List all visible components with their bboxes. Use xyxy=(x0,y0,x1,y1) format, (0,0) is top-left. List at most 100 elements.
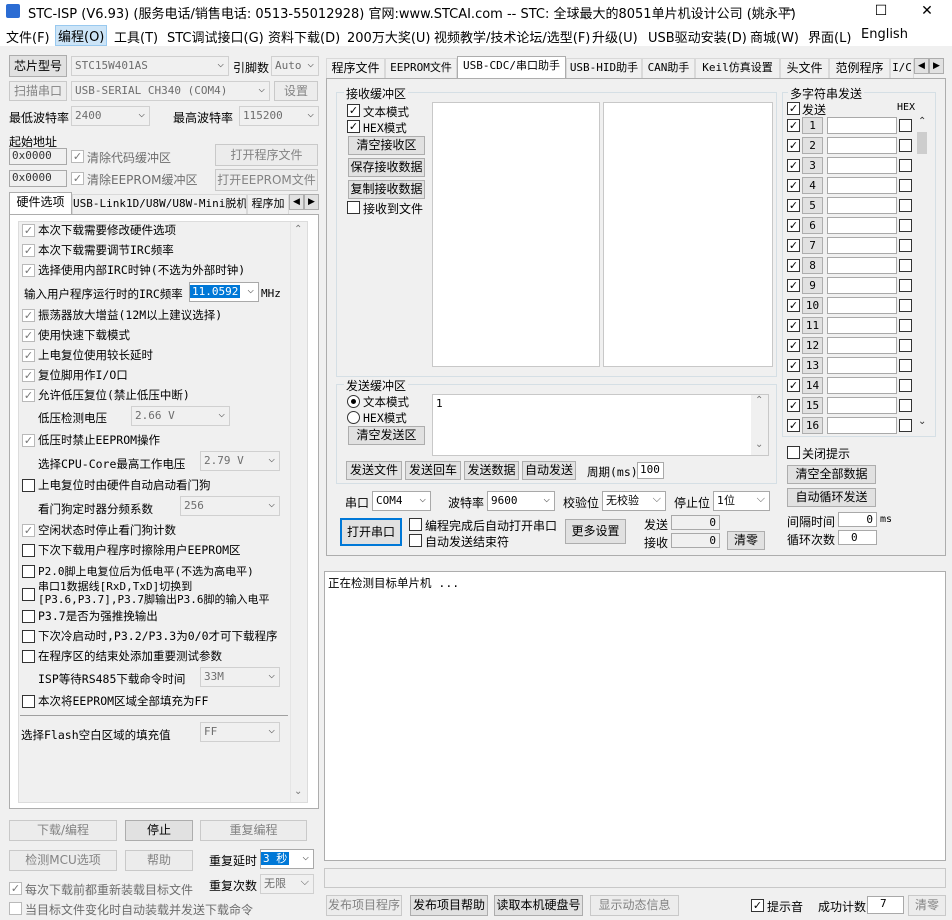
multi-send-checkbox[interactable] xyxy=(787,139,800,152)
multi-send-checkbox[interactable] xyxy=(787,399,800,412)
send-text-mode-radio[interactable] xyxy=(347,395,360,408)
beep-checkbox[interactable] xyxy=(751,899,764,912)
close-hint-checkbox[interactable] xyxy=(787,446,800,459)
recv-to-file-checkbox[interactable] xyxy=(347,201,360,214)
menu-debug[interactable]: STC调试接口(G) xyxy=(167,27,264,46)
chip-type-button[interactable]: 芯片型号 xyxy=(9,55,67,77)
hw-option-checkbox[interactable] xyxy=(22,264,35,277)
hw-option-checkbox[interactable] xyxy=(22,479,35,492)
baud-rate-select[interactable]: 9600 xyxy=(487,491,555,511)
multi-send-button[interactable]: 10 xyxy=(802,297,823,314)
multi-send-checkbox[interactable] xyxy=(787,179,800,192)
scroll-thumb[interactable] xyxy=(917,132,927,154)
multi-hex-checkbox[interactable] xyxy=(899,339,912,352)
tab-eeprom-file[interactable]: EEPROM文件 xyxy=(385,58,457,78)
stop-button[interactable]: 停止 xyxy=(125,820,193,841)
multi-hex-checkbox[interactable] xyxy=(899,179,912,192)
multi-send-button[interactable]: 9 xyxy=(802,277,823,294)
hw-option-checkbox[interactable] xyxy=(22,588,35,601)
menu-docs[interactable]: 资料下载(D) xyxy=(268,27,340,46)
multi-string-input[interactable] xyxy=(827,217,897,234)
multi-send-button[interactable]: 5 xyxy=(802,197,823,214)
scroll-down-icon[interactable]: ⌄ xyxy=(918,416,926,427)
multi-send-checkbox[interactable] xyxy=(787,339,800,352)
multi-hex-checkbox[interactable] xyxy=(899,419,912,432)
clear-counts-button[interactable]: 清零 xyxy=(727,531,765,550)
help-button[interactable]: 帮助 xyxy=(125,850,193,871)
send-scrollbar[interactable]: ⌃ ⌄ xyxy=(751,395,768,455)
read-disk-id-button[interactable]: 读取本机硬盘号 xyxy=(494,895,583,916)
pin-count-select[interactable]: Auto xyxy=(271,56,319,76)
scroll-down-icon[interactable]: ⌄ xyxy=(294,786,302,797)
multi-string-input[interactable] xyxy=(827,117,897,134)
tab-keil-sim[interactable]: Keil仿真设置 xyxy=(695,58,780,78)
multi-scrollbar[interactable]: ⌃ ⌄ xyxy=(915,116,931,434)
multi-hex-checkbox[interactable] xyxy=(899,139,912,152)
clear-send-button[interactable]: 清空发送区 xyxy=(348,426,425,445)
multi-hex-checkbox[interactable] xyxy=(899,119,912,132)
open-program-file-button[interactable]: 打开程序文件 xyxy=(215,144,318,166)
port-select[interactable]: USB-SERIAL CH340 (COM4) xyxy=(71,81,270,101)
multi-string-input[interactable] xyxy=(827,137,897,154)
tab-program-encrypt[interactable]: 程序加 xyxy=(247,194,289,214)
copy-receive-button[interactable]: 复制接收数据 xyxy=(348,180,425,199)
hw-option-checkbox[interactable] xyxy=(22,630,35,643)
multi-hex-checkbox[interactable] xyxy=(899,359,912,372)
reload-before-download-checkbox[interactable] xyxy=(9,882,22,895)
multi-hex-checkbox[interactable] xyxy=(899,299,912,312)
hw-option-checkbox[interactable] xyxy=(22,349,35,362)
download-program-button[interactable]: 下载/编程 xyxy=(9,820,117,841)
multi-hex-checkbox[interactable] xyxy=(899,279,912,292)
menu-program[interactable]: 编程(O) xyxy=(54,25,108,46)
multi-hex-checkbox[interactable] xyxy=(899,379,912,392)
hw-option-checkbox[interactable] xyxy=(22,389,35,402)
multi-hex-checkbox[interactable] xyxy=(899,199,912,212)
code-start-address-input[interactable]: 0x0000 xyxy=(9,148,67,165)
publish-program-button[interactable]: 发布项目程序 xyxy=(326,895,402,916)
send-cr-button[interactable]: 发送回车 xyxy=(405,461,461,480)
multi-send-checkbox[interactable] xyxy=(787,239,800,252)
multi-string-input[interactable] xyxy=(827,337,897,354)
maximize-button[interactable]: ☐ xyxy=(858,0,904,24)
multi-send-checkbox[interactable] xyxy=(787,219,800,232)
receive-hex-area[interactable] xyxy=(603,102,773,367)
min-baud-select[interactable]: 2400 xyxy=(71,106,150,126)
menu-file[interactable]: 文件(F) xyxy=(6,27,50,46)
multi-string-input[interactable] xyxy=(827,277,897,294)
recv-hex-mode-checkbox[interactable] xyxy=(347,120,360,133)
menu-english[interactable]: English xyxy=(861,27,908,42)
multi-string-input[interactable] xyxy=(827,197,897,214)
tab-usb-link[interactable]: USB-Link1D/U8W/U8W-Mini脱机 xyxy=(72,194,247,214)
repeat-program-button[interactable]: 重复编程 xyxy=(200,820,307,841)
multi-hex-checkbox[interactable] xyxy=(899,319,912,332)
multi-string-input[interactable] xyxy=(827,397,897,414)
menu-shop[interactable]: 商城(W) xyxy=(750,27,799,46)
auto-cycle-send-button[interactable]: 自动循环发送 xyxy=(787,488,876,507)
multi-send-button[interactable]: 4 xyxy=(802,177,823,194)
lvd-voltage-select[interactable]: 2.66 V xyxy=(131,406,230,426)
more-settings-button[interactable]: 更多设置 xyxy=(565,519,626,544)
menu-prize[interactable]: 200万大奖(U) xyxy=(347,27,430,46)
recv-text-mode-checkbox[interactable] xyxy=(347,104,360,117)
multi-string-input[interactable] xyxy=(827,297,897,314)
clear-code-buffer-checkbox[interactable] xyxy=(71,150,84,163)
multi-send-checkbox[interactable] xyxy=(787,259,800,272)
hw-option-checkbox[interactable] xyxy=(22,434,35,447)
send-text-area[interactable]: 1 xyxy=(432,394,769,456)
tab-examples[interactable]: 范例程序 xyxy=(829,58,890,78)
tab-program-file[interactable]: 程序文件 xyxy=(326,58,385,78)
wdt-prescaler-select[interactable]: 256 xyxy=(180,496,280,516)
hw-option-checkbox[interactable] xyxy=(22,695,35,708)
multi-send-button[interactable]: 1 xyxy=(802,117,823,134)
log-area[interactable]: 正在检测目标单片机 ... xyxy=(324,571,946,861)
auto-send-terminator-checkbox[interactable] xyxy=(409,534,422,547)
auto-send-button[interactable]: 自动发送 xyxy=(522,461,576,480)
send-file-button[interactable]: 发送文件 xyxy=(346,461,402,480)
auto-reload-checkbox[interactable] xyxy=(9,902,22,915)
multi-send-button[interactable]: 14 xyxy=(802,377,823,394)
retry-delay-select[interactable]: 3 秒 xyxy=(260,849,314,869)
scroll-down-icon[interactable]: ⌄ xyxy=(755,439,763,450)
max-baud-select[interactable]: 115200 xyxy=(239,106,319,126)
multi-send-checkbox[interactable] xyxy=(787,119,800,132)
tab-usb-hid[interactable]: USB-HID助手 xyxy=(566,58,642,78)
